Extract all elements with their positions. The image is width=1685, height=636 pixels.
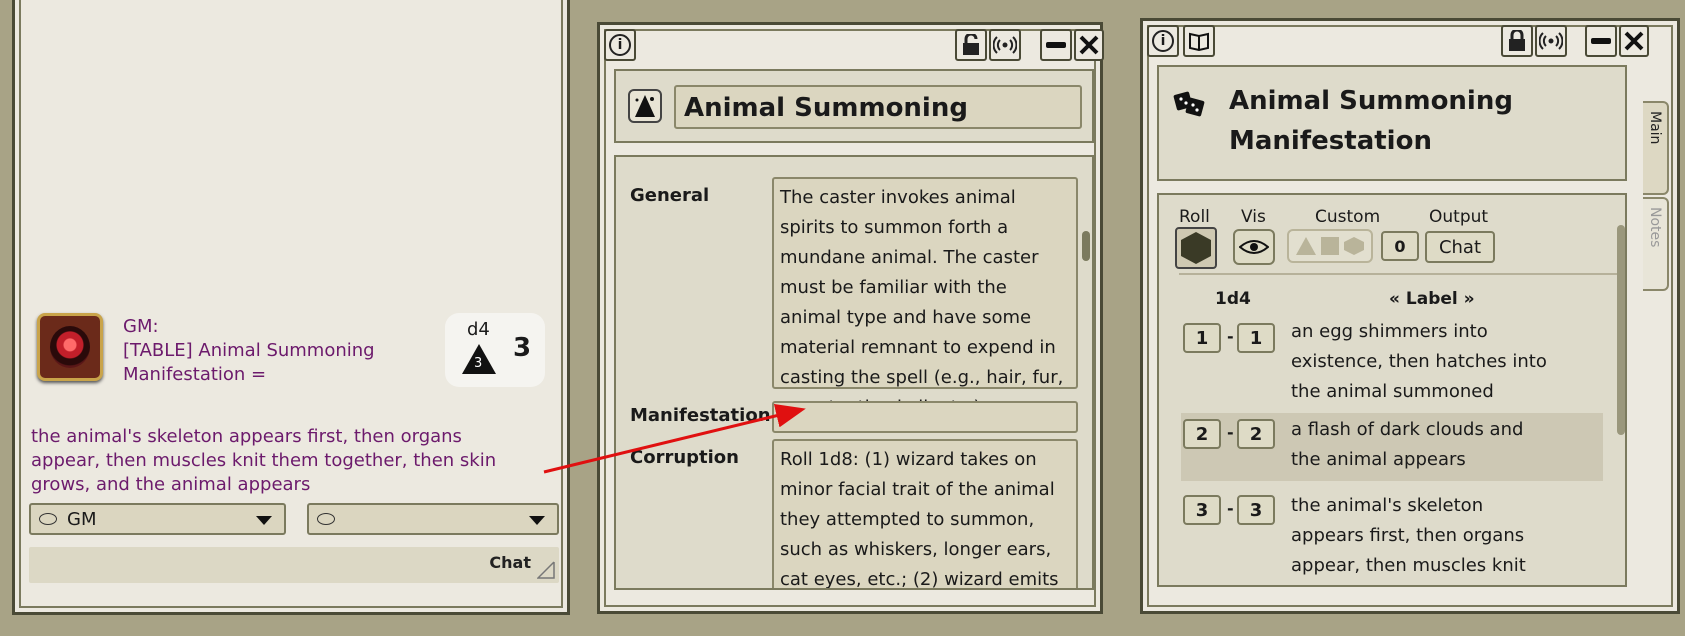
annotation-arrow: [543, 403, 806, 474]
